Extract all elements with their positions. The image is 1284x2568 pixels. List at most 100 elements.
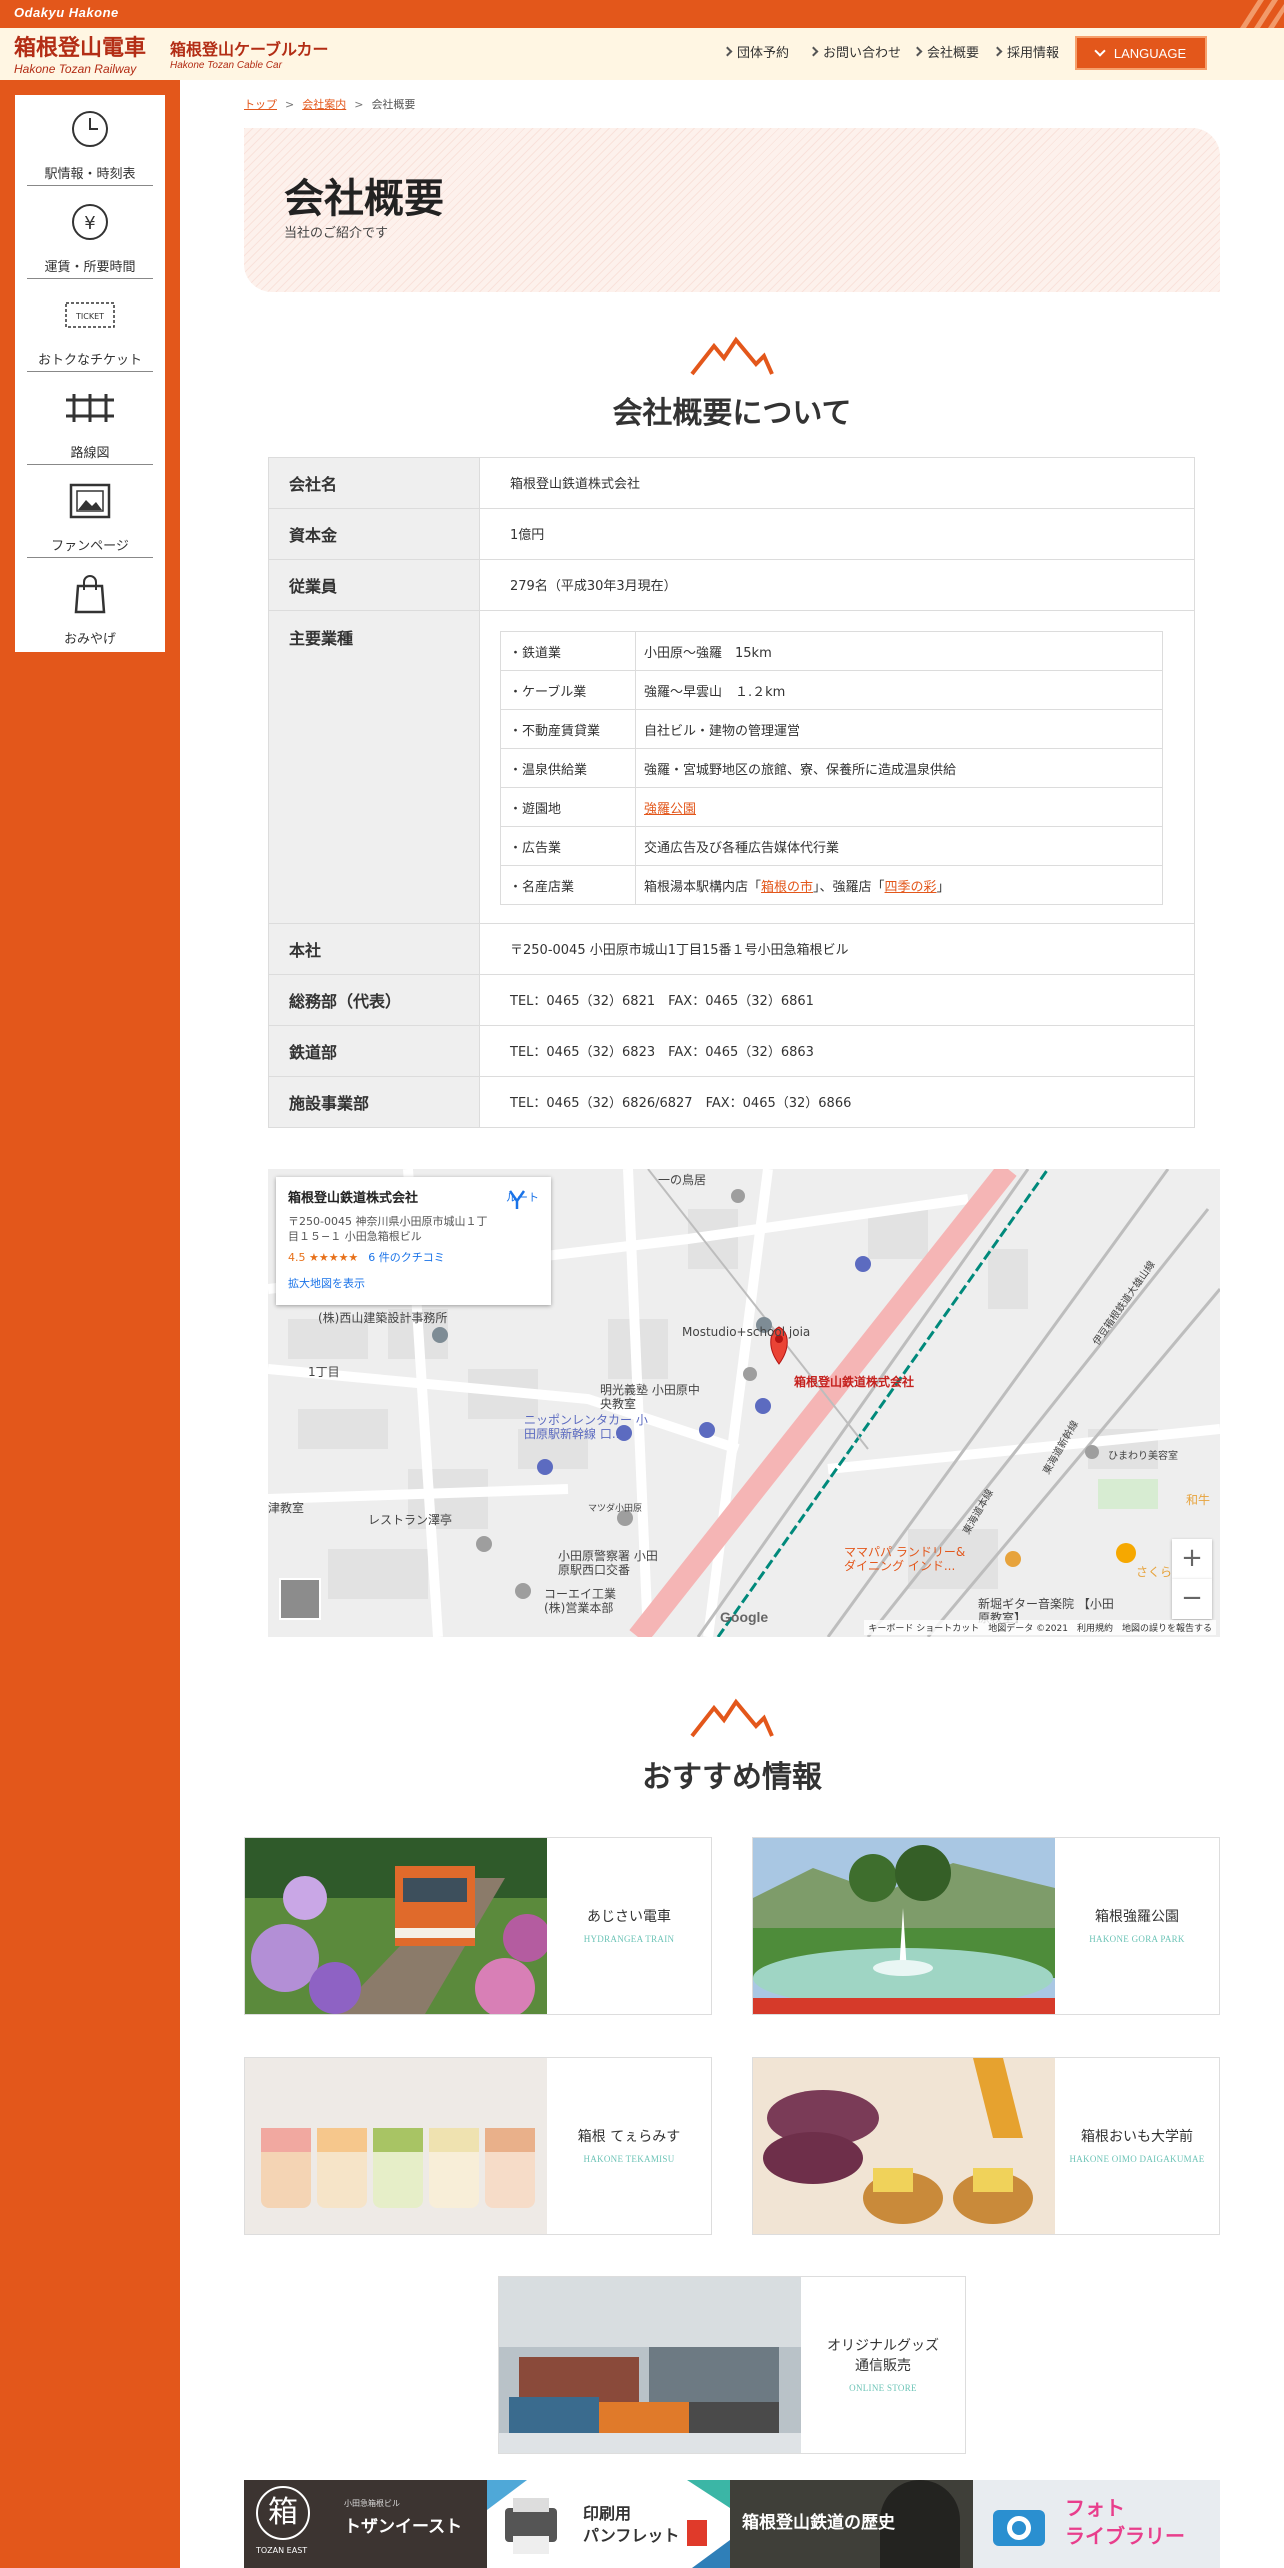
banner-title-2: パンフレット [583, 2526, 680, 2545]
table-row: ・不動産賃貸業 自社ビル・建物の管理運営 [500, 709, 1163, 749]
side-item-tickets[interactable]: TICKET おトクなチケット [15, 281, 165, 374]
side-item-label: ファンページ [51, 539, 129, 554]
route-button[interactable]: ルート [506, 1189, 539, 1209]
logo-cable-en: Hakone Tozan Cable Car [170, 60, 282, 71]
chevron-right-icon [912, 46, 923, 57]
table-row: ・広告業 交通広告及び各種広告媒体代行業 [500, 826, 1163, 866]
business-table: ・鉄道業 小田原〜強羅 15km ・ケーブル業 強羅〜早雲山 １.２km ・不動産賃… [500, 631, 1163, 905]
table-row: 総務部（代表） TEL：0465（32）6821 FAX：0465（32）686… [268, 974, 1195, 1026]
zoom-in-button[interactable]: + [1172, 1539, 1212, 1579]
general-affairs-label: 総務部（代表） [289, 991, 402, 1011]
business-value: 自社ビル・建物の管理運営 [635, 709, 1163, 749]
link-hakone-no-ichi[interactable]: 箱根の市 [761, 880, 813, 895]
map-card-name: 箱根登山鉄道株式会社 [288, 1191, 419, 1206]
banner-sub: 小田急箱根ビル [344, 2499, 400, 2508]
company-table: 会社名 箱根登山鉄道株式会社 資本金 1億円 従業員 279名（平成30年3月現… [268, 457, 1195, 1128]
reviews-link[interactable]: 6 件のクチコミ [368, 1251, 445, 1264]
recommend-card-tekamisu[interactable]: 箱根 てぇらみす HAKONE TEKAMISU [244, 2057, 712, 2235]
side-item-label: おトクなチケット [37, 353, 142, 368]
railway-dept-label: 鉄道部 [289, 1042, 338, 1062]
row-value: 1億円 [479, 508, 1195, 560]
business-value: 強羅・宮城野地区の旅館、寮、保養所に造成温泉供給 [635, 748, 1163, 788]
breadcrumb-separator: > [354, 98, 364, 111]
link-shiki-no-irodori[interactable]: 四季の彩 [885, 880, 937, 895]
breadcrumb-company[interactable]: 会社案内 [302, 98, 346, 111]
map-footer[interactable]: キーボード ショートカット 地図データ ©2021 利用規約 地図の誤りを報告す… [864, 1620, 1216, 1635]
facility-dept-label: 施設事業部 [289, 1093, 370, 1113]
card-title: あじさい電車 [587, 1909, 671, 1926]
map-label: 小田原警察署 小田原駅西口交番 [558, 1549, 658, 1578]
row-header: 施設事業部 [268, 1076, 480, 1128]
employees-value: 279名（平成30年3月現在） [510, 579, 677, 594]
row-value: 〒250-0045 小田原市城山1丁目15番１号小田急箱根ビル [479, 923, 1195, 975]
card-text: 箱根 てぇらみす HAKONE TEKAMISU [547, 2058, 711, 2234]
banner-pamphlet[interactable]: 印刷用 パンフレット [487, 2480, 730, 2568]
side-item-label: 運賃・所要時間 [44, 260, 136, 275]
business-value: 小田原〜強羅 15km [635, 631, 1163, 671]
clock-icon [72, 111, 108, 147]
banner-photo-library[interactable]: フォト ライブラリー [973, 2480, 1220, 2568]
business-key: ・ケーブル業 [500, 670, 636, 710]
side-item-route-map[interactable]: 路線図 [15, 374, 165, 467]
online-store-image [499, 2277, 801, 2453]
link-gora-park[interactable]: 強羅公園 [644, 802, 696, 817]
card-title-line: オリジナルグッズ [827, 2338, 939, 2355]
card-subtitle: HAKONE GORA PARK [1089, 1933, 1185, 1944]
side-item-fan-page[interactable]: ファンページ [15, 467, 165, 560]
language-button[interactable]: LANGUAGE [1075, 36, 1207, 70]
section-title-recommend: おすすめ情報 [642, 1760, 822, 1795]
site-logo-railway[interactable]: 箱根登山電車 Hakone Tozan Railway [14, 30, 146, 76]
business-value: 交通広告及び各種広告媒体代行業 [635, 826, 1163, 866]
recommend-card-oimo[interactable]: 箱根おいも大学前 HAKONE OIMO DAIGAKUMAE [752, 2057, 1220, 2235]
nav-company-profile[interactable]: 会社概要 [912, 42, 979, 61]
side-item-label: おみやげ [63, 632, 116, 647]
divider [27, 185, 153, 186]
side-item-souvenirs[interactable]: おみやげ [15, 560, 165, 653]
banner-tozan-east[interactable]: 箱 TOZAN EAST 小田急箱根ビル トザンイースト [244, 2480, 487, 2568]
card-title: 箱根おいも大学前 [1081, 2129, 1193, 2146]
row-header: 本社 [268, 923, 480, 975]
nav-recruitment[interactable]: 採用情報 [992, 42, 1059, 61]
business-key: ・遊園地 [500, 787, 636, 827]
divider [27, 557, 153, 558]
logo-cable-jp: 箱根登山ケーブルカー [170, 40, 329, 59]
table-row: ・鉄道業 小田原〜強羅 15km [500, 631, 1163, 671]
google-logo: Google [720, 1609, 769, 1625]
mountain-icon [690, 336, 774, 376]
card-title: 箱根 てぇらみす [577, 2129, 681, 2146]
card-subtitle: HAKONE OIMO DAIGAKUMAE [1069, 2153, 1205, 2164]
map-card-address: 〒250-0045 神奈川県小田原市城山１丁目１５−１ 小田急箱根ビル [288, 1215, 488, 1244]
site-logo-cablecar[interactable]: 箱根登山ケーブルカー Hakone Tozan Cable Car [170, 36, 329, 71]
card-subtitle: ONLINE STORE [849, 2382, 917, 2393]
row-header: 資本金 [268, 508, 480, 560]
banner-title: フォト [1065, 2496, 1125, 2520]
recommend-card-online-store[interactable]: オリジナルグッズ 通信販売 ONLINE STORE [498, 2276, 966, 2454]
map-label: 一の鳥居 [658, 1173, 707, 1187]
map-pin-label: 箱根登山鉄道株式会社 [794, 1375, 915, 1389]
recommend-card-gora-park[interactable]: 箱根強羅公園 HAKONE GORA PARK [752, 1837, 1220, 2015]
card-title-line: 通信販売 [855, 2358, 911, 2374]
directions-icon [508, 1190, 526, 1209]
map-label: (株)西山建築設計事務所 [318, 1311, 448, 1325]
nav-contact[interactable]: お問い合わせ [808, 42, 901, 61]
side-item-fares[interactable]: ¥ 運賃・所要時間 [15, 188, 165, 281]
card-title: 箱根強羅公園 [1095, 1909, 1179, 1926]
row-header: 主要業種 [268, 610, 480, 924]
banner-title: 印刷用 [583, 2504, 632, 2523]
recommend-card-hydrangea-train[interactable]: あじさい電車 HYDRANGEA TRAIN [244, 1837, 712, 2015]
capital-value: 1億円 [510, 528, 545, 543]
side-item-station-timetable[interactable]: 駅情報・時刻表 [15, 95, 165, 188]
map-label: ママパパ ランドリー& ダイニング インド... [844, 1545, 966, 1574]
embedded-map[interactable]: 箱根登山鉄道株式会社 (株)西山建築設計事務所 明光義塾 小田原中央教室 ニッポ… [268, 1169, 1220, 1637]
text: 」 [936, 879, 950, 895]
row-header: 総務部（代表） [268, 974, 480, 1026]
larger-map-link[interactable]: 拡大地図を表示 [288, 1275, 539, 1291]
table-row: 主要業種 ・鉄道業 小田原〜強羅 15km ・ケーブル業 強羅〜早雲山 １.２km … [268, 610, 1195, 924]
banner-history[interactable]: 箱根登山鉄道の歴史 [730, 2480, 973, 2568]
tekamisu-image [245, 2058, 547, 2234]
breadcrumb-top[interactable]: トップ [244, 98, 277, 111]
capital-label: 資本金 [289, 525, 338, 545]
nav-group-reservation[interactable]: 団体予約 [722, 42, 789, 61]
row-value: 279名（平成30年3月現在） [479, 559, 1195, 611]
zoom-out-button[interactable]: − [1172, 1579, 1212, 1619]
